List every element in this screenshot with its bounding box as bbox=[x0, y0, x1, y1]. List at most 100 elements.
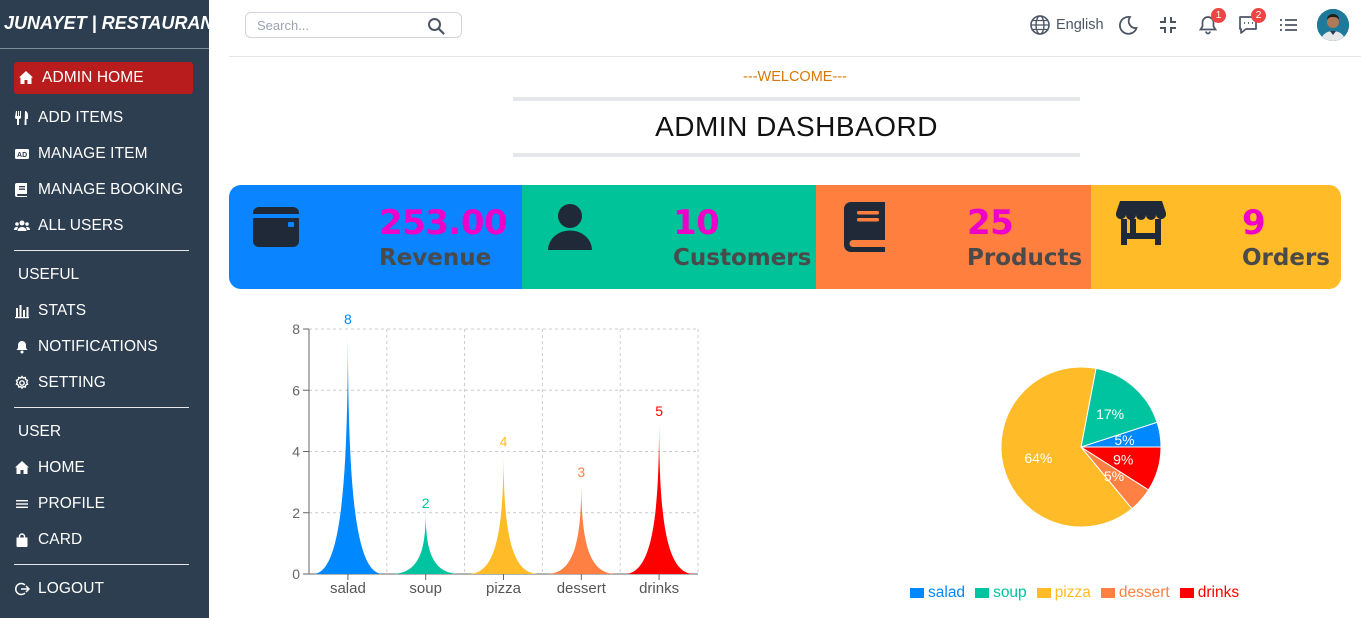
stat-value: 25 bbox=[967, 203, 1014, 243]
sidebar-item-label: SETTING bbox=[38, 374, 106, 391]
y-tick-label: 2 bbox=[292, 505, 300, 521]
legend-swatch bbox=[975, 588, 990, 598]
sidebar-item-label: ADMIN HOME bbox=[42, 69, 144, 86]
x-tick-label: pizza bbox=[486, 580, 522, 597]
sidebar-item-label: MANAGE ITEM bbox=[38, 145, 148, 162]
sidebar-divider bbox=[14, 250, 189, 251]
x-tick-label: soup bbox=[409, 580, 442, 597]
notification-badge: 1 bbox=[1211, 8, 1226, 23]
pie-legend: salad soup pizza dessert drinks bbox=[910, 584, 1249, 602]
stat-card-orders: 9 Orders bbox=[1091, 185, 1341, 289]
welcome-text: ---WELCOME--- bbox=[743, 69, 847, 85]
search-icon[interactable] bbox=[427, 17, 445, 35]
legend-label: dessert bbox=[1118, 584, 1170, 601]
sidebar-item-notifications[interactable]: NOTIFICATIONS bbox=[14, 331, 193, 363]
dark-mode-icon[interactable] bbox=[1117, 14, 1139, 36]
legend-label: pizza bbox=[1054, 584, 1091, 601]
bar-soup[interactable] bbox=[390, 512, 461, 574]
bar-drinks[interactable] bbox=[624, 420, 694, 574]
y-tick-label: 8 bbox=[292, 321, 300, 337]
legend-item-soup[interactable]: soup bbox=[975, 584, 1027, 602]
language-selector[interactable]: English bbox=[1056, 17, 1104, 33]
legend-swatch bbox=[1179, 588, 1194, 598]
bar-value-label: 2 bbox=[422, 495, 430, 511]
home-icon bbox=[18, 69, 38, 87]
title-rule-bottom bbox=[513, 153, 1080, 157]
legend-label: soup bbox=[993, 584, 1027, 601]
list-icon bbox=[14, 495, 34, 513]
sidebar-item-manage-booking[interactable]: MANAGE BOOKING bbox=[14, 174, 193, 206]
bar-value-label: 8 bbox=[344, 311, 352, 327]
pie-label: 17% bbox=[1096, 406, 1124, 422]
sidebar-item-admin-home[interactable]: ADMIN HOME bbox=[14, 62, 193, 94]
sidebar-item-setting[interactable]: SETTING bbox=[14, 367, 193, 399]
store-icon bbox=[1115, 201, 1167, 250]
compress-icon[interactable] bbox=[1157, 14, 1179, 36]
legend-item-salad[interactable]: salad bbox=[910, 584, 965, 602]
sidebar-item-label: PROFILE bbox=[38, 495, 106, 512]
x-tick-label: salad bbox=[330, 580, 366, 597]
sidebar-item-label: NOTIFICATIONS bbox=[38, 338, 158, 355]
sidebar-item-manage-item[interactable]: Ad MANAGE ITEM bbox=[14, 138, 193, 170]
svg-text:Ad: Ad bbox=[17, 152, 27, 159]
search-input[interactable] bbox=[257, 14, 427, 36]
bar-value-label: 4 bbox=[500, 434, 508, 450]
logout-label: LOGOUT bbox=[38, 580, 105, 597]
shopping-bag-icon bbox=[14, 531, 34, 549]
sidebar-item-home[interactable]: HOME bbox=[14, 452, 193, 484]
sidebar-heading-user: USER bbox=[18, 423, 62, 440]
stat-value: 253.00 bbox=[379, 203, 508, 243]
x-tick-label: drinks bbox=[639, 580, 679, 597]
pie-label: 9% bbox=[1113, 451, 1133, 467]
sidebar-item-all-users[interactable]: ALL USERS bbox=[14, 210, 193, 242]
legend-label: drinks bbox=[1197, 584, 1240, 601]
user-icon bbox=[547, 201, 593, 256]
logout-button[interactable]: LOGOUT bbox=[14, 573, 193, 605]
calendar-icon bbox=[251, 201, 301, 254]
avatar[interactable] bbox=[1317, 9, 1349, 41]
sidebar-item-stats[interactable]: STATS bbox=[14, 295, 193, 327]
sales-pie-chart: 5%17%64%5%9% bbox=[1000, 366, 1162, 528]
sidebar: JUNAYET | RESTAURANT ADMIN HOME ADD ITEM… bbox=[0, 0, 224, 618]
sidebar-item-label: CARD bbox=[38, 531, 83, 548]
stat-card-customers: 10 Customers bbox=[522, 185, 816, 289]
sidebar-heading-useful: USEFUL bbox=[18, 266, 80, 283]
legend-swatch bbox=[1100, 588, 1115, 598]
globe-icon[interactable] bbox=[1029, 14, 1051, 36]
bar-chart-icon bbox=[14, 302, 34, 320]
brand-title[interactable]: JUNAYET | RESTAURANT bbox=[0, 0, 224, 49]
legend-item-pizza[interactable]: pizza bbox=[1036, 584, 1091, 602]
bar-value-label: 3 bbox=[577, 464, 585, 480]
stat-value: 9 bbox=[1242, 203, 1266, 243]
book-icon bbox=[843, 201, 887, 258]
sidebar-divider bbox=[14, 407, 189, 408]
ad-icon: Ad bbox=[14, 145, 34, 163]
stats-bar: 253.00 Revenue 10 Customers 25 Products … bbox=[229, 185, 1341, 289]
y-tick-label: 6 bbox=[292, 382, 300, 398]
logout-icon bbox=[14, 580, 34, 598]
menu-list-icon[interactable] bbox=[1277, 14, 1299, 36]
users-icon bbox=[14, 217, 34, 235]
messages-icon[interactable]: 2 bbox=[1237, 8, 1266, 36]
pie-label: 64% bbox=[1024, 450, 1052, 466]
sidebar-item-label: MANAGE BOOKING bbox=[38, 181, 184, 198]
home-icon bbox=[14, 459, 34, 477]
sidebar-item-profile[interactable]: PROFILE bbox=[14, 488, 193, 520]
bar-value-label: 5 bbox=[655, 403, 663, 419]
legend-swatch bbox=[910, 588, 924, 598]
sidebar-item-card[interactable]: CARD bbox=[14, 524, 193, 556]
legend-swatch bbox=[1036, 588, 1051, 598]
sidebar-divider bbox=[14, 564, 189, 565]
legend-item-dessert[interactable]: dessert bbox=[1100, 584, 1170, 602]
legend-label: salad bbox=[928, 584, 966, 601]
messages-badge: 2 bbox=[1251, 8, 1266, 23]
search-box[interactable] bbox=[245, 12, 462, 38]
bar-dessert[interactable] bbox=[546, 482, 617, 574]
stat-label: Products bbox=[967, 245, 1083, 271]
sidebar-item-label: HOME bbox=[38, 459, 85, 476]
title-rule-top bbox=[513, 97, 1080, 101]
legend-item-drinks[interactable]: drinks bbox=[1179, 584, 1240, 602]
sidebar-item-add-items[interactable]: ADD ITEMS bbox=[14, 102, 193, 134]
utensils-icon bbox=[14, 109, 34, 127]
notification-bell-icon[interactable]: 1 bbox=[1197, 8, 1226, 36]
